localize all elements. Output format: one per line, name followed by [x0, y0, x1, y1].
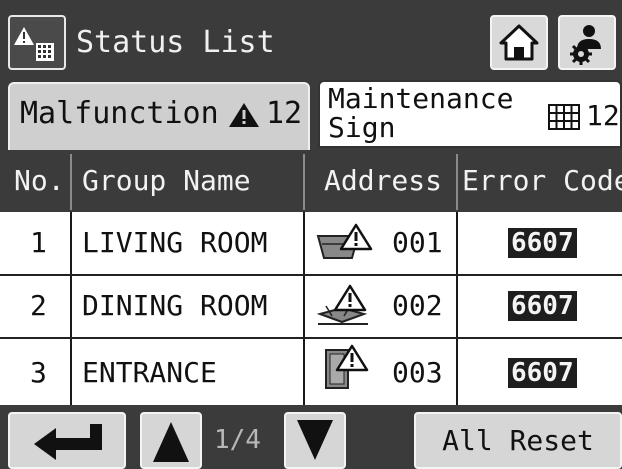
col-group-header: Group Name — [82, 164, 251, 197]
arrow-up-icon — [153, 422, 189, 462]
error-code-badge: 6607 — [508, 291, 577, 321]
all-reset-label: All Reset — [442, 424, 594, 457]
arrow-down-icon — [297, 420, 333, 460]
group-name: LIVING ROOM — [82, 226, 268, 259]
header-divider — [456, 154, 458, 210]
col-address-header: Address — [324, 164, 443, 197]
malfunction-count: 12 — [266, 96, 303, 131]
home-icon — [499, 24, 539, 61]
col-no-header: No. — [14, 164, 65, 197]
floor-unit-warning-icon — [316, 284, 368, 325]
return-arrow-icon — [34, 424, 102, 460]
settings-button[interactable] — [558, 15, 616, 70]
page-indicator: 1/4 — [214, 425, 261, 455]
row-number: 2 — [30, 289, 47, 322]
address: 003 — [392, 356, 443, 389]
maintenance-count: 12 — [586, 99, 620, 132]
col-error-header: Error Code — [462, 164, 622, 197]
tab-maintenance-label: Maintenance Sign — [328, 82, 514, 144]
tab-malfunction-label: Malfunction — [20, 96, 219, 131]
malfunction-status-icon — [14, 27, 54, 61]
address: 002 — [392, 289, 443, 322]
row-number: 1 — [30, 226, 47, 259]
error-code-badge: 6607 — [508, 358, 577, 388]
page-down-button[interactable] — [284, 412, 346, 469]
wall-unit-warning-icon — [325, 344, 369, 389]
back-button[interactable] — [8, 412, 126, 469]
error-code-badge: 6607 — [508, 228, 577, 258]
ceiling-unit-warning-icon — [316, 223, 373, 259]
header-divider — [70, 154, 72, 210]
header-divider — [303, 154, 305, 210]
row-number: 3 — [30, 356, 47, 389]
address: 001 — [392, 226, 443, 259]
warning-triangle-icon — [229, 103, 259, 127]
grid-icon — [548, 104, 580, 130]
group-name: ENTRANCE — [82, 356, 217, 389]
group-name: DINING ROOM — [82, 289, 268, 322]
status-indicator-button[interactable] — [8, 15, 66, 70]
page-title: Status List — [76, 25, 275, 60]
home-button[interactable] — [490, 15, 548, 70]
user-settings-icon — [570, 25, 601, 65]
page-up-button[interactable] — [140, 412, 202, 469]
